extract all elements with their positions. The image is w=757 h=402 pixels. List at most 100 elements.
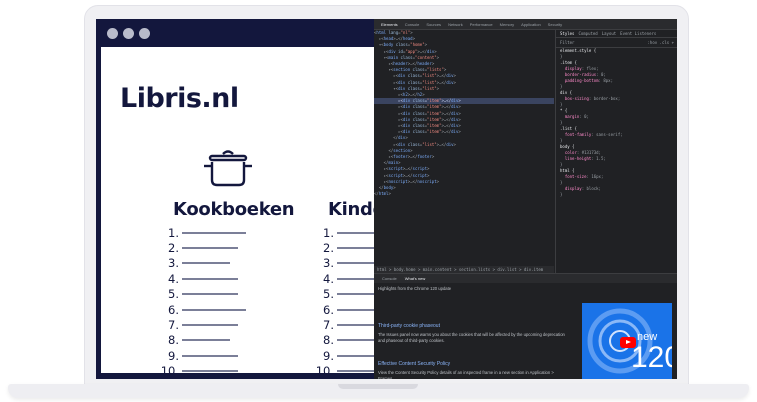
whats-new-item-desc: View the Content Security Policy details… xyxy=(378,370,554,379)
list-item: 5. xyxy=(157,287,246,302)
list-line xyxy=(182,231,246,234)
list-item: 5. xyxy=(312,287,374,302)
list-line xyxy=(337,308,374,311)
devtools-panel: Elements Console Sources Network Perform… xyxy=(374,19,677,379)
whats-new-item-title[interactable]: Effective Content Security Policy xyxy=(378,361,568,367)
list-kookboeken: 1. 2. 3. 4. 5. 6. 7. 8. 9. 10. xyxy=(157,225,246,373)
list-item: 9. xyxy=(312,348,374,363)
list-item: 10. xyxy=(312,364,374,373)
list-item: 1. xyxy=(312,225,374,240)
list-number: 7. xyxy=(323,318,334,333)
list-item: 10. xyxy=(157,364,246,373)
list-line xyxy=(337,370,374,373)
list-number: 3. xyxy=(168,256,179,271)
list-item: 3. xyxy=(157,256,246,271)
list-item: 2. xyxy=(157,240,246,255)
list-number: 1. xyxy=(168,225,179,240)
dom-breadcrumbs[interactable]: html > body.home > main.content > sectio… xyxy=(374,266,554,273)
whats-new-item: Effective Content Security Policy View t… xyxy=(378,361,568,379)
list-number: 1. xyxy=(323,225,334,240)
list-line xyxy=(182,277,238,280)
browser-titlebar xyxy=(96,19,374,47)
styles-filter-input[interactable]: Filter xyxy=(560,40,574,45)
list-line xyxy=(182,247,238,250)
list-item: 4. xyxy=(312,271,374,286)
list-number: 9. xyxy=(323,348,334,363)
devtools-tabbar: Elements Console Sources Network Perform… xyxy=(374,19,677,30)
list-number: 6. xyxy=(323,302,334,317)
list-item: 7. xyxy=(157,317,246,332)
whats-new-heading: Highlights from the Chrome 120 update xyxy=(378,286,452,291)
video-version-label: 120 xyxy=(631,341,672,374)
tab-application[interactable]: Application xyxy=(521,22,541,27)
list-number: 7. xyxy=(168,318,179,333)
list-item: 2. xyxy=(312,240,374,255)
list-number: 2. xyxy=(168,241,179,256)
list-item: 9. xyxy=(157,348,246,363)
list-number: 4. xyxy=(323,271,334,286)
list-item: 8. xyxy=(312,333,374,348)
list-line xyxy=(337,339,374,342)
list-line xyxy=(337,277,374,280)
site-logo[interactable]: Libris.nl xyxy=(120,83,239,114)
list-number: 8. xyxy=(323,333,334,348)
window-dot-3[interactable] xyxy=(139,28,150,39)
list-number: 5. xyxy=(323,287,334,302)
list-line xyxy=(337,293,374,296)
list-item: 4. xyxy=(157,271,246,286)
website-page: Libris.nl Kookboeken Kinde 1. 2. 3. 4. 5… xyxy=(101,47,374,373)
list-line xyxy=(337,354,374,357)
laptop-notch xyxy=(338,384,418,389)
list-line xyxy=(337,231,374,234)
list-item: 6. xyxy=(312,302,374,317)
tab-layout[interactable]: Layout xyxy=(602,31,616,37)
whats-new-item-title[interactable]: Third-party cookie phaseout xyxy=(378,323,568,329)
tab-performance[interactable]: Performance xyxy=(470,22,493,27)
styles-tabbar: Styles Computed Layout Event Listeners xyxy=(556,30,677,38)
column-title-kookboeken[interactable]: Kookboeken xyxy=(173,199,295,220)
css-line[interactable]: } xyxy=(556,192,677,198)
tab-computed[interactable]: Computed xyxy=(578,31,597,37)
list-number: 5. xyxy=(168,287,179,302)
tab-sources[interactable]: Sources xyxy=(426,22,441,27)
list-line xyxy=(182,339,230,342)
list-item: 3. xyxy=(312,256,374,271)
list-line xyxy=(182,370,238,373)
list-number: 10. xyxy=(160,364,179,373)
styles-pane: Styles Computed Layout Event Listeners F… xyxy=(555,30,677,273)
tab-console[interactable]: Console xyxy=(405,22,420,27)
dom-line[interactable]: </html> xyxy=(374,191,554,197)
tab-event-listeners[interactable]: Event Listeners xyxy=(620,31,656,37)
tab-memory[interactable]: Memory xyxy=(500,22,514,27)
list-line xyxy=(182,308,246,311)
list-item: 1. xyxy=(157,225,246,240)
styles-filter-actions[interactable]: :hov .cls + xyxy=(648,38,675,47)
drawer-tab-console[interactable]: Console xyxy=(382,276,397,281)
list-item: 7. xyxy=(312,317,374,332)
whats-new-panel: Highlights from the Chrome 120 update Th… xyxy=(374,283,677,379)
column-title-kinderboeken[interactable]: Kinde xyxy=(328,199,374,220)
tab-elements[interactable]: Elements xyxy=(381,22,398,27)
list-number: 3. xyxy=(323,256,334,271)
window-dot-2[interactable] xyxy=(123,28,134,39)
list-number: 10. xyxy=(315,364,334,373)
list-line xyxy=(182,262,230,265)
whats-new-item-desc: The Issues panel now warns you about the… xyxy=(378,332,565,343)
chrome-120-video-thumbnail[interactable]: new 120 xyxy=(582,303,672,379)
list-number: 6. xyxy=(168,302,179,317)
list-number: 4. xyxy=(168,271,179,286)
tab-network[interactable]: Network xyxy=(448,22,463,27)
cooking-pot-icon xyxy=(204,150,252,187)
drawer-tab-whats-new[interactable]: What's new xyxy=(405,276,426,281)
list-line xyxy=(182,293,238,296)
list-kinderboeken: 1. 2. 3. 4. 5. 6. 7. 8. 9. 10. xyxy=(312,225,374,373)
whats-new-item: Third-party cookie phaseout The Issues p… xyxy=(378,323,568,344)
list-number: 9. xyxy=(168,348,179,363)
tab-security[interactable]: Security xyxy=(548,22,562,27)
styles-filter-bar: Filter :hov .cls + xyxy=(556,38,677,48)
elements-tree[interactable]: <html lang="nl"> ▸<head>…</head> ▾<body … xyxy=(374,30,554,266)
window-dot-1[interactable] xyxy=(107,28,118,39)
list-item: 8. xyxy=(157,333,246,348)
list-line xyxy=(337,324,374,327)
tab-styles[interactable]: Styles xyxy=(560,31,574,37)
